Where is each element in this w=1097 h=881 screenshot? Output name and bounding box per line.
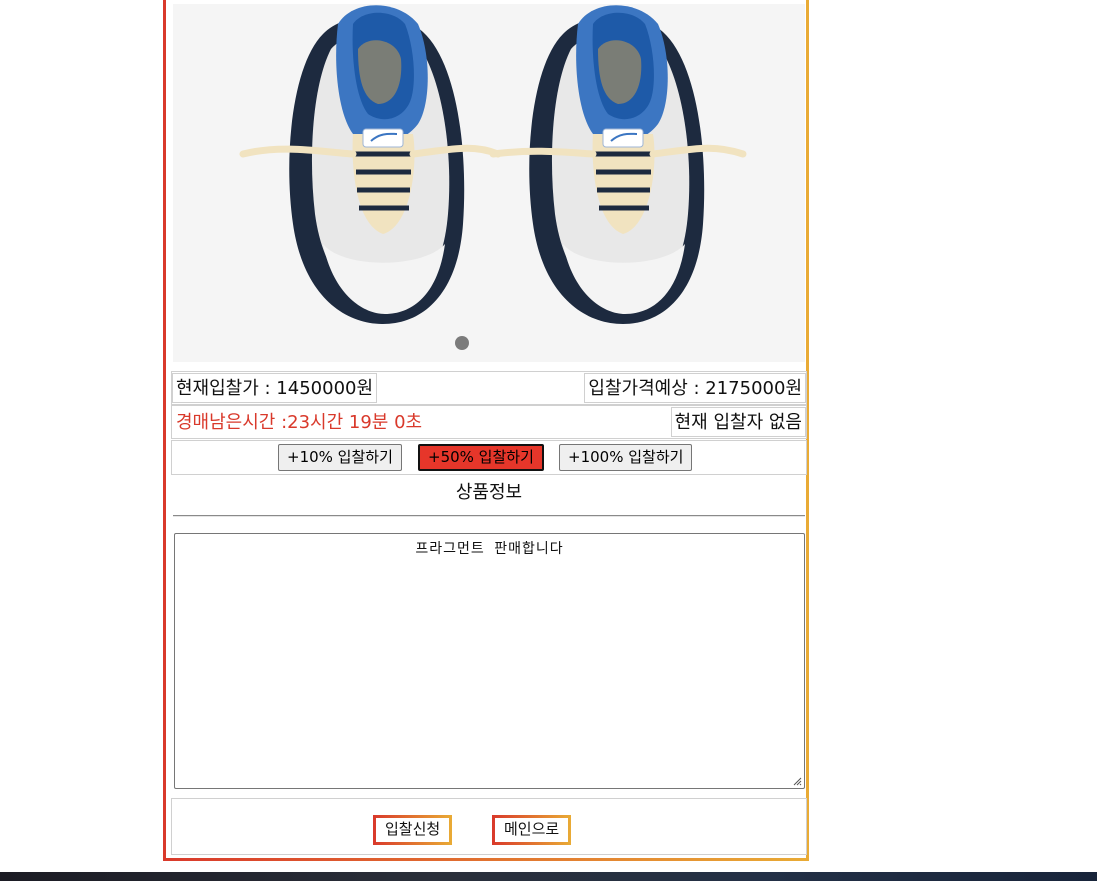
bid-plus10-button[interactable]: +10% 입찰하기 (278, 444, 402, 471)
product-image (173, 4, 805, 362)
expected-bid: 입찰가격예상 : 2175000원 (584, 373, 806, 403)
product-info-title: 상품정보 (455, 482, 523, 503)
bid-plus100-button[interactable]: +100% 입찰하기 (559, 444, 693, 471)
bidder-status: 현재 입찰자 없음 (670, 407, 806, 437)
current-bid: 현재입찰가 : 1450000원 (172, 373, 378, 403)
footer-actions: 입찰신청 메인으로 (171, 798, 807, 855)
resize-grip-icon[interactable] (793, 777, 802, 786)
go-main-button[interactable]: 메인으로 (492, 815, 571, 845)
product-description-textarea[interactable]: 프라그먼트 판매합니다 (174, 533, 805, 789)
divider (173, 515, 805, 517)
right-shoe (489, 5, 747, 325)
bid-time-row: 경매남은시간 :23시간 19분 0초 현재 입찰자 없음 (171, 405, 807, 439)
bid-submit-button[interactable]: 입찰신청 (373, 815, 452, 845)
auction-panel: 현재입찰가 : 1450000원 입찰가격예상 : 2175000원 경매남은시… (163, 0, 809, 861)
taskbar (0, 872, 1097, 881)
left-shoe (239, 5, 502, 325)
carousel-dot[interactable] (455, 336, 469, 350)
sneakers-illustration (239, 5, 747, 325)
time-left: 경매남은시간 :23시간 19분 0초 (176, 412, 423, 433)
bid-plus50-button[interactable]: +50% 입찰하기 (418, 444, 544, 471)
product-description-text: 프라그먼트 판매합니다 (415, 541, 564, 557)
bid-price-row: 현재입찰가 : 1450000원 입찰가격예상 : 2175000원 (171, 371, 807, 405)
bid-button-row: +10% 입찰하기 +50% 입찰하기 +100% 입찰하기 (171, 440, 807, 475)
